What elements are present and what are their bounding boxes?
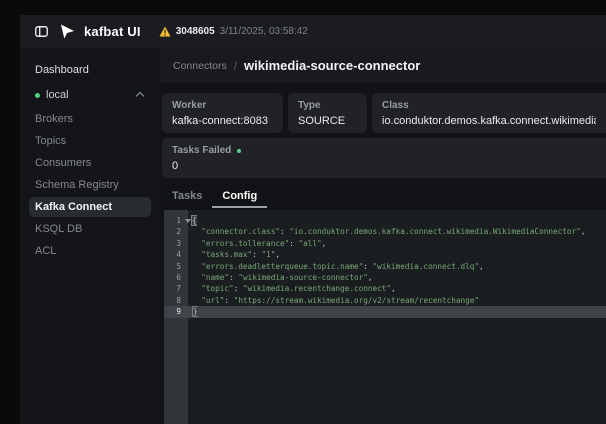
card-class: Class io.conduktor.demos.kafka.connect.wi… [372, 93, 606, 133]
code-line[interactable]: 3 "errors.tollerance": "all", [164, 238, 606, 249]
card-type: Type SOURCE [288, 93, 367, 133]
line-number: 4 [176, 250, 181, 260]
app-body: Dashboard local Brokers Topics Consumers Sche… [20, 48, 606, 424]
line-number: 5 [176, 261, 181, 271]
app-window: kafbat UI 3048605 3/11/2025, 03:58:42 Da… [20, 15, 606, 424]
sidebar-item-schema-registry[interactable]: Schema Registry [29, 175, 151, 195]
tab-config[interactable]: Config [212, 185, 267, 208]
breadcrumb-section[interactable]: Connectors [173, 60, 227, 72]
card-value: kafka-connect:8083 [172, 115, 269, 127]
line-number: 6 [176, 272, 181, 282]
sidebar-item-ksql-db[interactable]: KSQL DB [29, 219, 151, 239]
sidebar-item-label: local [46, 89, 69, 101]
sidebar: Dashboard local Brokers Topics Consumers Sche… [20, 48, 160, 424]
alert-timestamp: 3/11/2025, 03:58:42 [219, 26, 308, 37]
screen: kafbat UI 3048605 3/11/2025, 03:58:42 Da… [0, 0, 606, 424]
line-number: 9 [176, 307, 181, 317]
tasks-failed-value: 0 [172, 160, 179, 172]
page-title: wikimedia-source-connector [244, 58, 421, 73]
tasks-failed-card: Tasks Failed 0 [162, 138, 606, 178]
tasks-failed-label: Tasks Failed [172, 145, 232, 156]
tabs: Tasks Config [162, 185, 606, 208]
breadcrumb: Connectors / wikimedia-source-connector [160, 48, 606, 83]
line-number: 7 [176, 284, 181, 294]
line-number: 1 [164, 215, 191, 226]
kafbat-logo-icon[interactable] [60, 24, 75, 39]
sidebar-item-consumers[interactable]: Consumers [29, 153, 151, 173]
sidebar-item-dashboard[interactable]: Dashboard [29, 60, 151, 80]
code-text: "connector.class": "io.conduktor.demos.k… [201, 227, 586, 237]
code-line[interactable]: 5 "errors.deadletterqueue.topic.name": "… [164, 261, 606, 272]
overview-cards: Worker kafka-connect:8083 Type SOURCE Class i… [162, 93, 606, 133]
sidebar-toggle-icon[interactable] [35, 26, 48, 37]
sidebar-item-topics[interactable]: Topics [29, 131, 151, 151]
code-text: "topic": "wikimedia.recentchange.connect… [201, 284, 396, 294]
tab-tasks[interactable]: Tasks [162, 185, 212, 208]
alert-status[interactable]: 3048605 3/11/2025, 03:58:42 [159, 26, 308, 37]
code-line[interactable]: 6 "name": "wikimedia-source-connector", [164, 272, 606, 283]
code-line[interactable]: 9} [164, 306, 606, 318]
sidebar-item-kafka-connect[interactable]: Kafka Connect [29, 197, 151, 217]
warning-icon [159, 26, 171, 37]
sidebar-item-acl[interactable]: ACL [29, 241, 151, 261]
tasks-failed-header: Tasks Failed [172, 145, 596, 156]
card-value: SOURCE [298, 115, 346, 127]
tasks-failed-status-dot [237, 148, 242, 153]
line-number: 8 [176, 295, 181, 305]
matched-brace: } [192, 306, 198, 318]
code-text: "errors.deadletterqueue.topic.name": "wi… [201, 261, 484, 271]
brand-title[interactable]: kafbat UI [84, 24, 141, 39]
code-text: "errors.tollerance": "all", [201, 238, 327, 248]
sidebar-nav: Dashboard local Brokers Topics Consumers Sche… [29, 60, 151, 261]
alert-count: 3048605 [175, 26, 215, 37]
chevron-up-icon [135, 91, 145, 101]
line-number: 3 [176, 238, 181, 248]
code-text: "url": "https://stream.wikimedia.org/v2/… [201, 295, 479, 305]
card-worker: Worker kafka-connect:8083 [162, 93, 283, 133]
code-line[interactable]: 7 "topic": "wikimedia.recentchange.conne… [164, 283, 606, 294]
matched-brace: { [191, 215, 197, 226]
editor-rows: 1{2 "connector.class": "io.conduktor.dem… [164, 215, 606, 318]
card-label: Type [298, 100, 321, 111]
card-label: Class [382, 100, 409, 111]
card-value: io.conduktor.demos.kafka.connect.wikimed… [382, 115, 596, 127]
topbar: kafbat UI 3048605 3/11/2025, 03:58:42 [20, 15, 606, 48]
breadcrumb-separator: / [233, 58, 238, 73]
fold-chevron-icon[interactable] [185, 219, 191, 223]
card-label: Worker [172, 100, 207, 111]
line-number: 2 [176, 227, 181, 237]
code-text: "name": "wikimedia-source-connector", [201, 272, 373, 282]
sidebar-item-local[interactable]: local [29, 85, 151, 105]
code-text: } [188, 306, 198, 318]
code-text: "tasks.max": "1", [201, 250, 280, 260]
code-line[interactable]: 8 "url": "https://stream.wikimedia.org/v… [164, 295, 606, 306]
code-line[interactable]: 2 "connector.class": "io.conduktor.demos… [164, 226, 606, 237]
code-line[interactable]: 4 "tasks.max": "1", [164, 249, 606, 260]
cluster-status-dot [35, 92, 40, 98]
config-editor[interactable]: 1{2 "connector.class": "io.conduktor.dem… [164, 210, 606, 424]
sidebar-item-brokers[interactable]: Brokers [29, 109, 151, 129]
main-panel: Connectors / wikimedia-source-connector … [160, 48, 606, 424]
code-line[interactable]: 1{ [164, 215, 606, 226]
connector-detail: Worker kafka-connect:8083 Type SOURCE Class i… [160, 83, 606, 424]
